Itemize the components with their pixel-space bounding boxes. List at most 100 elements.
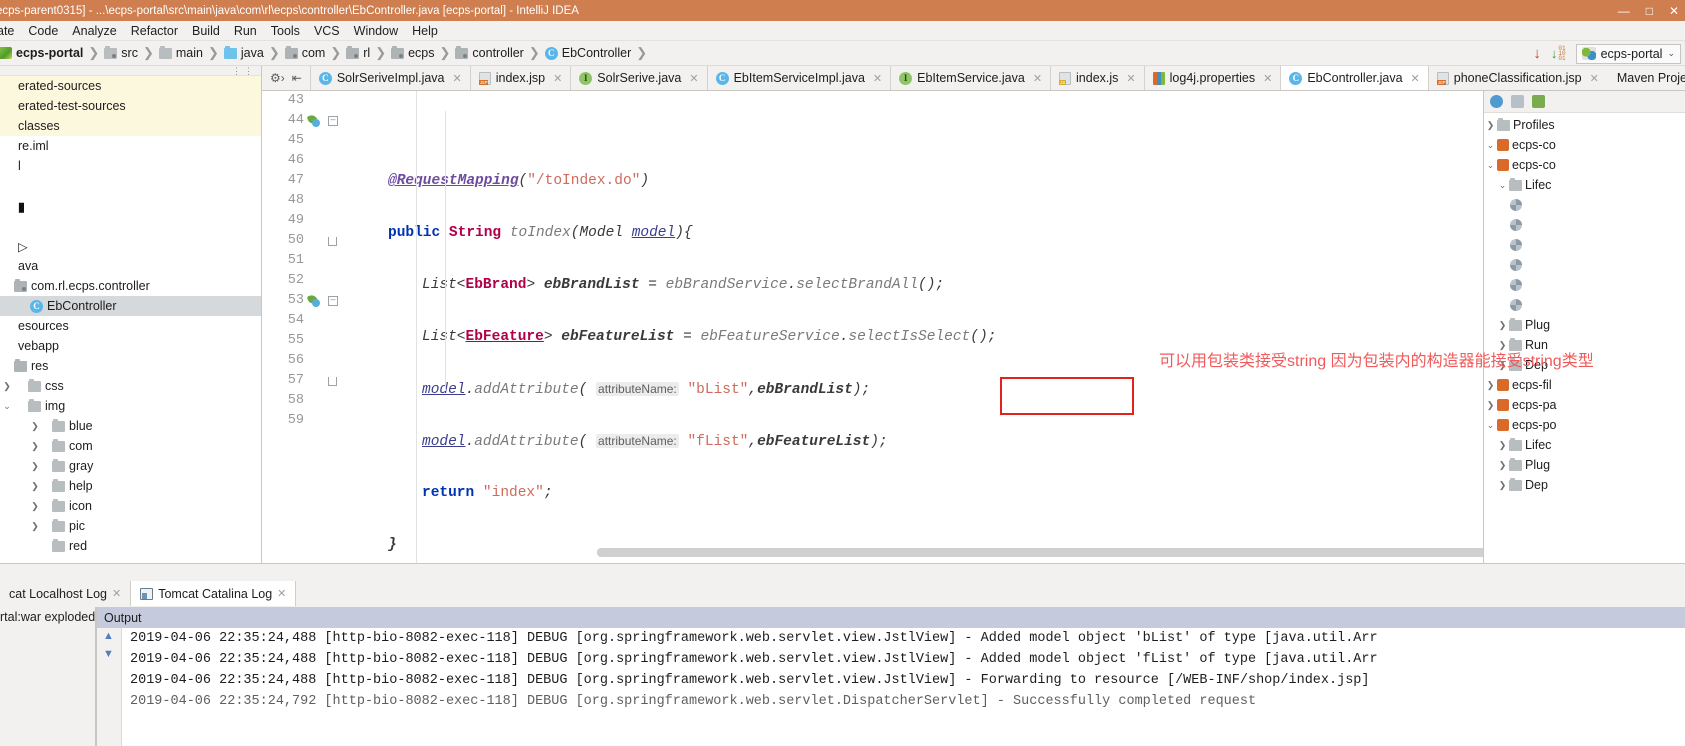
maven-row-goal[interactable] [1484, 275, 1685, 295]
bottom-tab-catalina-log[interactable]: Tomcat Catalina Log ✕ [131, 581, 297, 606]
panel-divider[interactable] [0, 563, 1685, 564]
hide-panel-icon[interactable]: ⇤ [292, 71, 302, 85]
maven-row-module-selected[interactable]: ⌄ ecps-po [1484, 415, 1685, 435]
tree-twisty[interactable]: ⌄ [0, 401, 14, 412]
tree-row-package[interactable]: com.rl.ecps.controller [0, 276, 261, 296]
close-icon[interactable]: ✕ [553, 72, 562, 85]
maximize-icon[interactable]: □ [1646, 5, 1653, 17]
menu-item-tools[interactable]: Tools [264, 24, 307, 38]
tree-row-res[interactable]: res [0, 356, 261, 376]
tree-twisty[interactable]: ❯ [28, 461, 42, 472]
tab-ebitemserviceimpl-java[interactable]: C EbItemServiceImpl.java ✕ [706, 66, 891, 90]
tree-twisty[interactable]: ❯ [1496, 320, 1509, 331]
gear-icon[interactable]: ⚙› [270, 71, 285, 85]
code-editor[interactable]: 43 44 45 46 47 48 49 50 51 52 53 54 55 5… [262, 91, 1685, 563]
tree-row-blue[interactable]: ❯ blue [0, 416, 261, 436]
tree-row-help[interactable]: ❯ help [0, 476, 261, 496]
project-tool-window[interactable]: ⋮⋮ erated-sources erated-test-sources cl… [0, 66, 262, 563]
menu-item-refactor[interactable]: Refactor [124, 24, 185, 38]
maven-row-goal[interactable] [1484, 195, 1685, 215]
tree-row-gray[interactable]: ❯ gray [0, 456, 261, 476]
close-icon[interactable]: ✕ [453, 72, 462, 85]
download-sources-icon[interactable] [1532, 95, 1545, 108]
tree-row[interactable]: ▮ [0, 196, 261, 216]
tab-phoneclassification-jsp[interactable]: phoneClassification.jsp ✕ [1427, 66, 1607, 90]
run-method-icon[interactable] [306, 113, 320, 127]
maven-row-goal[interactable] [1484, 295, 1685, 315]
tree-row[interactable]: ava [0, 256, 261, 276]
breadcrumb-item-controller[interactable]: controller [451, 45, 527, 60]
tree-twisty[interactable]: ⌄ [1496, 180, 1509, 191]
list-item[interactable]: rtal:war exploded [0, 607, 95, 627]
tree-row[interactable]: esources [0, 316, 261, 336]
scroll-down-icon[interactable]: ▼ [103, 648, 114, 660]
gutter-marks-53[interactable] [306, 291, 338, 311]
editor-horizontal-scrollbar[interactable] [332, 548, 1672, 557]
maven-projects-tool-window[interactable]: ❯ Profiles ⌄ ecps-co ⌄ ecps-co ⌄ Lifec ❯ Plug… [1483, 91, 1685, 563]
close-icon[interactable]: ✕ [1669, 5, 1679, 17]
maven-row-lifecycle[interactable]: ❯ Lifec [1484, 435, 1685, 455]
tree-row-com[interactable]: ❯ com [0, 436, 261, 456]
tree-twisty[interactable]: ❯ [1496, 480, 1509, 491]
tree-row-img[interactable]: ⌄ img [0, 396, 261, 416]
tree-row[interactable]: vebapp [0, 336, 261, 356]
maven-row-module[interactable]: ⌄ ecps-co [1484, 135, 1685, 155]
breadcrumb-item-ecps-portal[interactable]: ecps-portal [0, 46, 87, 60]
gutter-marks-57[interactable] [308, 371, 337, 391]
tree-twisty[interactable]: ❯ [0, 381, 14, 392]
tree-twisty[interactable]: ❯ [1484, 120, 1497, 131]
tree-twisty[interactable]: ❯ [1496, 460, 1509, 471]
menu-item-build[interactable]: Build [185, 24, 227, 38]
maven-row-goal[interactable] [1484, 235, 1685, 255]
tree-row-css[interactable]: ❯ css [0, 376, 261, 396]
maven-row-module[interactable]: ❯ ecps-pа [1484, 395, 1685, 415]
run-method-icon[interactable] [306, 293, 320, 307]
maven-row-profiles[interactable]: ❯ Profiles [1484, 115, 1685, 135]
tree-row[interactable]: l [0, 156, 261, 176]
close-icon[interactable]: ✕ [1590, 72, 1599, 85]
menu-item-vcs[interactable]: VCS [307, 24, 347, 38]
close-icon[interactable]: ✕ [1411, 72, 1420, 85]
maven-projects-label[interactable]: Maven Projects [1607, 66, 1685, 90]
breadcrumb-item-com[interactable]: com [281, 45, 330, 60]
console-nav[interactable]: ▲ ▼ [96, 628, 122, 746]
editor-gutter[interactable]: 43 44 45 46 47 48 49 50 51 52 53 54 55 5… [262, 91, 338, 563]
bottom-left-list[interactable]: rtal:war exploded [0, 607, 96, 746]
tree-twisty[interactable]: ⌄ [1484, 140, 1497, 151]
maven-row-module[interactable]: ❯ ecps-fil [1484, 375, 1685, 395]
breadcrumb-item-main[interactable]: main [155, 45, 207, 60]
tab-index-jsp[interactable]: index.jsp ✕ [469, 66, 571, 90]
maven-row-lifecycle[interactable]: ⌄ Lifec [1484, 175, 1685, 195]
close-icon[interactable]: ✕ [873, 72, 882, 85]
menu-item-window[interactable]: Window [347, 24, 405, 38]
menu-item-help[interactable]: Help [405, 24, 445, 38]
tree-twisty[interactable]: ❯ [28, 421, 42, 432]
close-icon[interactable]: ✕ [689, 72, 698, 85]
tab-solrseriveimpl-java[interactable]: C SolrSeriveImpl.java ✕ [309, 66, 470, 90]
tree-twisty[interactable]: ⌄ [1484, 420, 1497, 431]
maven-tree[interactable]: ❯ Profiles ⌄ ecps-co ⌄ ecps-co ⌄ Lifec ❯ Plug… [1484, 113, 1685, 495]
tree-row-ebcontroller[interactable]: C EbController [0, 296, 261, 316]
tree-twisty[interactable]: ❯ [28, 441, 42, 452]
tree-row-icon[interactable]: ❯ icon [0, 496, 261, 516]
breadcrumb-item-src[interactable]: src [100, 45, 142, 60]
tree-twisty[interactable]: ❯ [28, 481, 42, 492]
tree-twisty[interactable]: ❯ [1496, 440, 1509, 451]
tab-ebitemservice-java[interactable]: I EbItemService.java ✕ [890, 66, 1051, 90]
gutter-marks-50[interactable] [308, 231, 337, 251]
tab-index-js[interactable]: index.js ✕ [1050, 66, 1144, 90]
close-icon[interactable]: ✕ [1033, 72, 1042, 85]
menu-item-navigate[interactable]: ate [0, 24, 21, 38]
bottom-tool-window[interactable]: cat Localhost Log ✕ Tomcat Catalina Log … [0, 563, 1685, 746]
tab-solrserive-java[interactable]: I SolrSerive.java ✕ [570, 66, 707, 90]
tree-row-red[interactable]: red [0, 536, 261, 556]
maven-row-plugins[interactable]: ❯ Plug [1484, 315, 1685, 335]
minimize-icon[interactable]: — [1618, 5, 1630, 17]
breadcrumb-item-ebcontroller[interactable]: C EbController [541, 46, 635, 60]
tree-twisty[interactable]: ⌄ [1484, 160, 1497, 171]
menu-item-run[interactable]: Run [227, 24, 264, 38]
tree-twisty[interactable]: ❯ [1484, 380, 1497, 391]
tab-log4j-properties[interactable]: log4j.properties ✕ [1143, 66, 1281, 90]
tree-row[interactable]: erated-sources [0, 76, 261, 96]
close-icon[interactable]: ✕ [1263, 72, 1272, 85]
